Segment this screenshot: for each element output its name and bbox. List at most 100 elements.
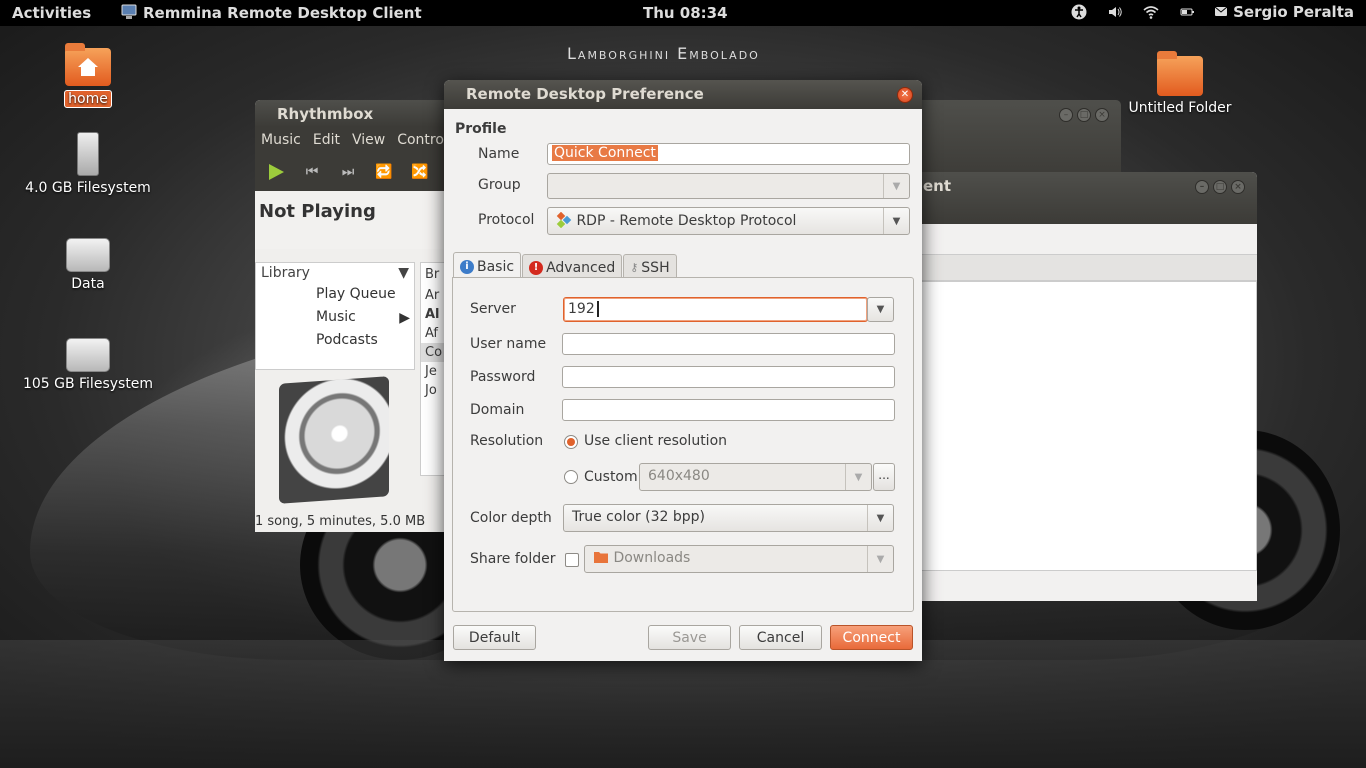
top-panel: Activities Remmina Remote Desktop Client… xyxy=(0,0,1366,26)
activities-button[interactable]: Activities xyxy=(12,4,91,22)
home-folder-icon xyxy=(65,43,111,86)
share-folder-checkbox[interactable] xyxy=(565,553,579,567)
server-value: 192 xyxy=(568,301,595,317)
default-button[interactable]: Default xyxy=(453,625,536,650)
password-label: Password xyxy=(470,369,536,385)
menu-view[interactable]: View xyxy=(352,132,385,148)
resolution-custom-radio[interactable] xyxy=(564,470,578,484)
menu-control[interactable]: Control xyxy=(397,132,448,148)
share-folder-label: Share folder xyxy=(470,551,556,567)
desktop-icon-usb[interactable]: 4.0 GB Filesystem xyxy=(18,132,158,196)
rdp-protocol-icon xyxy=(556,211,572,229)
background-window-main[interactable]: ent – □ × xyxy=(905,172,1257,601)
desktop-icon-label: 105 GB Filesystem xyxy=(22,376,154,392)
server-field[interactable]: 192 xyxy=(563,297,868,322)
play-queue-icon xyxy=(284,286,302,304)
menu-edit[interactable]: Edit xyxy=(313,132,340,148)
sidebar-item-music[interactable]: Music ▶ xyxy=(256,306,414,329)
now-playing-label: Not Playing xyxy=(255,191,450,249)
rhythmbox-title: Rhythmbox xyxy=(255,100,450,127)
shuffle-icon[interactable]: 🔀 xyxy=(409,162,431,182)
protocol-combo[interactable]: RDP - Remote Desktop Protocol ▼ xyxy=(547,207,910,235)
background-window-top[interactable]: – □ × xyxy=(905,100,1121,180)
domain-field[interactable] xyxy=(562,399,895,421)
volume-icon[interactable] xyxy=(1106,3,1124,21)
connect-button[interactable]: Connect xyxy=(830,625,913,650)
info-icon: i xyxy=(460,259,474,274)
chevron-down-icon: ▼ xyxy=(845,464,871,490)
clock[interactable]: Thu 08:34 xyxy=(643,4,728,22)
resolution-list-button[interactable]: ... xyxy=(873,463,895,491)
desktop-icon-data[interactable]: Data xyxy=(18,238,158,292)
protocol-label: Protocol xyxy=(478,212,535,228)
hard-drive-icon xyxy=(66,338,110,372)
sidebar-item-label: Podcasts xyxy=(316,332,378,348)
close-icon[interactable]: ✕ xyxy=(897,87,913,103)
previous-icon[interactable]: ⏮ xyxy=(301,162,323,182)
color-depth-label: Color depth xyxy=(470,510,552,526)
repeat-icon[interactable]: 🔁 xyxy=(373,162,395,182)
close-icon[interactable]: × xyxy=(1231,180,1245,194)
status-bar: 1 song, 5 minutes, 5.0 MB xyxy=(255,514,426,529)
tab-basic[interactable]: i Basic xyxy=(453,252,522,280)
protocol-value: RDP - Remote Desktop Protocol xyxy=(576,213,797,229)
chevron-down-icon: ▼ xyxy=(867,546,893,572)
background-window-titlebar: ent – □ × xyxy=(905,172,1257,224)
app-menu-title[interactable]: Remmina Remote Desktop Client xyxy=(143,4,422,22)
user-menu[interactable]: Sergio Peralta xyxy=(1214,3,1354,21)
name-field[interactable]: Quick Connect xyxy=(547,143,910,165)
desktop-icon-home[interactable]: home xyxy=(18,43,158,108)
window-controls: – □ × xyxy=(1059,108,1109,122)
sidebar-item-play-queue[interactable]: Play Queue xyxy=(256,283,414,306)
library-header[interactable]: Library ▼ xyxy=(256,263,414,283)
username-label: User name xyxy=(470,336,547,352)
server-history-dropdown[interactable]: ▼ xyxy=(867,297,894,322)
resolution-client-radio[interactable] xyxy=(564,435,578,449)
color-depth-combo[interactable]: True color (32 bpp) ▼ xyxy=(563,504,894,532)
group-label: Group xyxy=(478,177,521,193)
minimize-icon[interactable]: – xyxy=(1059,108,1073,122)
remote-desktop-preference-dialog[interactable]: Remote Desktop Preference ✕ Profile Name… xyxy=(444,80,922,661)
key-icon: ⚷ xyxy=(630,261,639,274)
tab-label: Basic xyxy=(477,258,515,275)
dialog-title: Remote Desktop Preference xyxy=(466,85,704,103)
dialog-titlebar: Remote Desktop Preference ✕ xyxy=(444,80,922,109)
background-window-title: ent xyxy=(923,177,952,195)
rhythmbox-window[interactable]: Rhythmbox Music Edit View Control ⏮ ⏭ 🔁 … xyxy=(255,100,450,532)
menu-music[interactable]: Music xyxy=(261,132,301,148)
resolution-custom-combo[interactable]: 640x480 ▼ xyxy=(639,463,872,491)
sidebar-item-podcasts[interactable]: Podcasts xyxy=(256,329,414,352)
share-folder-combo[interactable]: Downloads ▼ xyxy=(584,545,894,573)
sidebar-item-label: Music xyxy=(316,309,356,325)
album-art-icon xyxy=(279,376,389,504)
share-folder-value: Downloads xyxy=(613,550,691,566)
next-icon[interactable]: ⏭ xyxy=(337,162,359,182)
user-name: Sergio Peralta xyxy=(1233,3,1354,21)
resolution-custom-label[interactable]: Custom xyxy=(584,469,638,485)
chevron-down-icon: ▼ xyxy=(883,174,909,198)
maximize-icon[interactable]: □ xyxy=(1213,180,1227,194)
minimize-icon[interactable]: – xyxy=(1195,180,1209,194)
desktop-icon-label: home xyxy=(64,90,112,108)
maximize-icon[interactable]: □ xyxy=(1077,108,1091,122)
save-button[interactable]: Save xyxy=(648,625,731,650)
desktop-icon-untitled-folder[interactable]: Untitled Folder xyxy=(1110,51,1250,116)
username-field[interactable] xyxy=(562,333,895,355)
desktop-icon-105gb[interactable]: 105 GB Filesystem xyxy=(18,338,158,392)
wifi-icon[interactable] xyxy=(1142,3,1160,21)
cancel-button[interactable]: Cancel xyxy=(739,625,822,650)
server-label: Server xyxy=(470,301,516,317)
tab-label: SSH xyxy=(641,259,670,276)
name-value: Quick Connect xyxy=(552,145,658,161)
rhythmbox-toolbar: ⏮ ⏭ 🔁 🔀 xyxy=(255,153,450,191)
accessibility-icon[interactable] xyxy=(1070,3,1088,21)
resolution-custom-value: 640x480 xyxy=(648,468,710,484)
library-header-label: Library xyxy=(261,265,310,281)
battery-icon[interactable] xyxy=(1178,3,1196,21)
resolution-client-label[interactable]: Use client resolution xyxy=(584,433,727,449)
password-field[interactable] xyxy=(562,366,895,388)
desktop-icon-label: Untitled Folder xyxy=(1128,100,1232,116)
group-combo[interactable]: ▼ xyxy=(547,173,910,199)
close-icon[interactable]: × xyxy=(1095,108,1109,122)
play-icon[interactable] xyxy=(265,162,287,182)
